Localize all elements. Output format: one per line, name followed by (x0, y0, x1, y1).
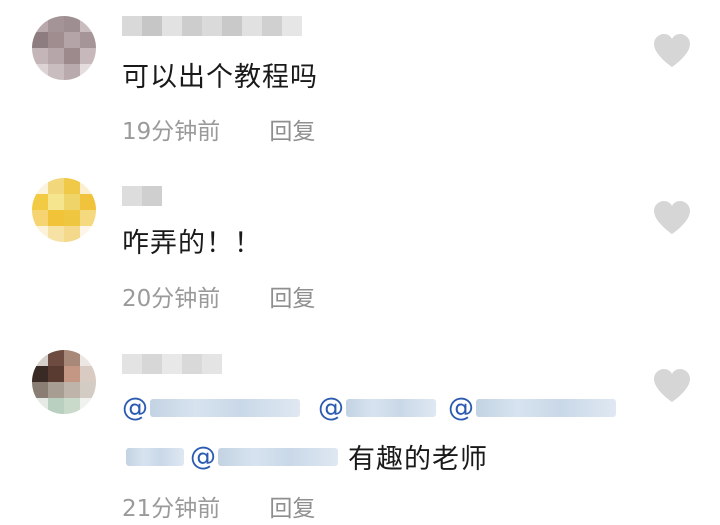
reply-button[interactable]: 回复 (269, 119, 315, 145)
mention-redacted[interactable] (346, 399, 436, 417)
comment-meta: 21分钟前 回复 (122, 489, 315, 523)
heart-icon[interactable] (652, 33, 692, 69)
mention-at[interactable]: @ (190, 442, 216, 472)
comment-text: 咋弄的！！ (122, 228, 262, 259)
reply-button[interactable]: 回复 (269, 286, 315, 312)
comment-text: 可以出个教程吗 (122, 62, 318, 93)
heart-icon[interactable] (652, 368, 692, 404)
comment-meta: 20分钟前 回复 (122, 279, 315, 313)
reply-button[interactable]: 回复 (269, 496, 315, 522)
mention-at[interactable]: @ (122, 393, 148, 423)
mention-redacted[interactable] (126, 447, 184, 466)
comment-text: 有趣的老师 (348, 444, 488, 475)
comment-meta: 19分钟前 回复 (122, 112, 315, 146)
username-redacted[interactable] (122, 354, 222, 374)
avatar[interactable] (32, 178, 96, 242)
username-redacted[interactable] (122, 16, 302, 36)
comment-time: 21分钟前 (122, 496, 221, 522)
mention-redacted[interactable] (150, 399, 300, 417)
comment-time: 19分钟前 (122, 119, 221, 145)
heart-icon[interactable] (652, 200, 692, 236)
mention-line: @ @ @ (122, 393, 616, 423)
avatar[interactable] (32, 350, 96, 414)
avatar[interactable] (32, 16, 96, 80)
mention-redacted[interactable] (476, 399, 616, 417)
mention-at[interactable]: @ (448, 393, 474, 423)
username-redacted[interactable] (122, 186, 162, 206)
mention-line: @ 有趣的老师 (126, 437, 488, 476)
comment-time: 20分钟前 (122, 286, 221, 312)
mention-redacted[interactable] (218, 447, 338, 466)
mention-at[interactable]: @ (318, 393, 344, 423)
